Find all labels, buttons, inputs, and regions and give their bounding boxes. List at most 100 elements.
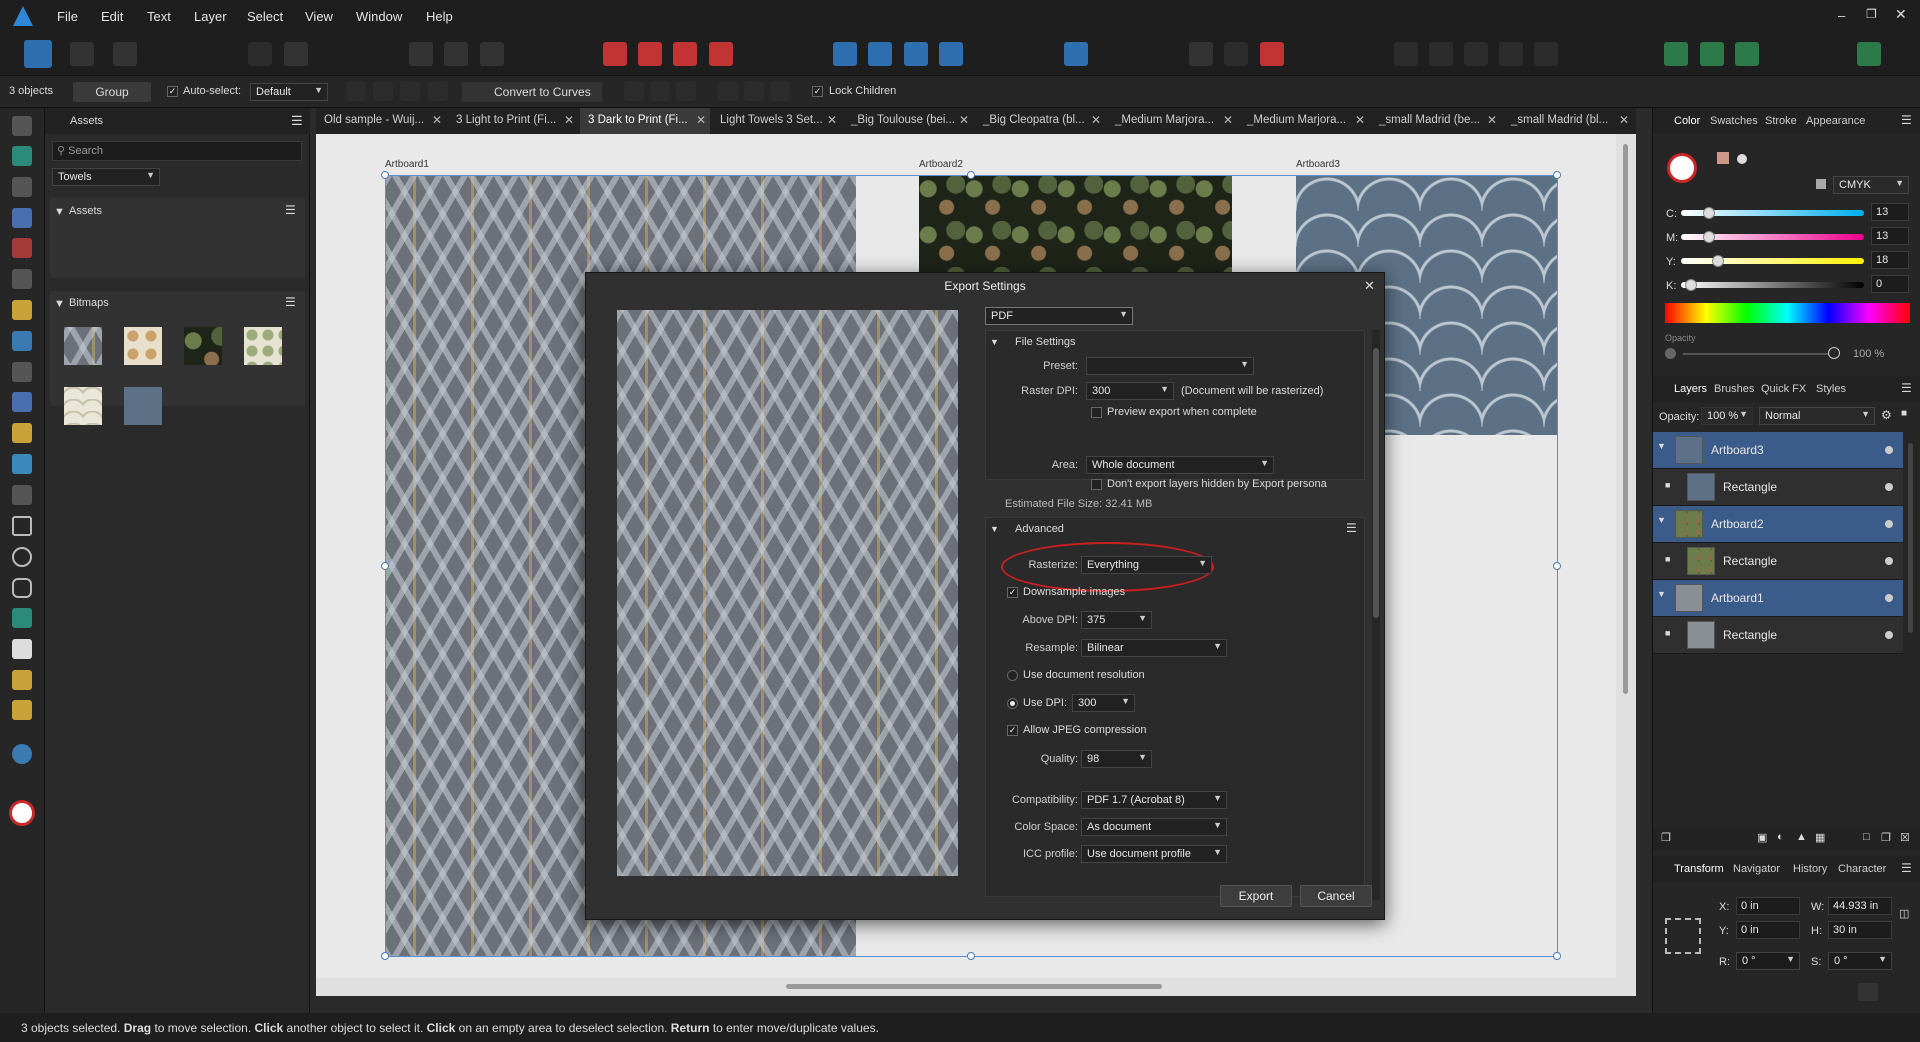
panel-menu-icon[interactable]: ☰ <box>1901 381 1912 395</box>
tab-navigator[interactable]: Navigator <box>1733 863 1780 875</box>
vector-brush-icon[interactable] <box>12 331 32 351</box>
section-menu-icon[interactable]: ☰ <box>1346 521 1357 535</box>
pen-tool-icon[interactable] <box>12 269 32 289</box>
group-button[interactable]: Group <box>73 82 151 102</box>
shape-tool-icon[interactable] <box>12 608 32 628</box>
bitmap-thumbnail[interactable] <box>124 327 162 365</box>
bitmap-thumbnail[interactable] <box>64 327 102 365</box>
place-image-icon[interactable] <box>12 454 32 474</box>
rotate-right-icon[interactable] <box>939 42 963 66</box>
magenta-value[interactable]: 13 <box>1871 227 1909 245</box>
arrange-forward-icon[interactable] <box>673 42 697 66</box>
flip-horizontal-icon[interactable] <box>833 42 857 66</box>
section-menu-icon[interactable]: ☰ <box>285 203 296 217</box>
chevron-down-icon[interactable]: ▼ <box>1657 589 1666 599</box>
h-field[interactable]: 30 in <box>1828 921 1892 939</box>
chevron-down-icon[interactable]: ▼ <box>1657 515 1666 525</box>
move-tool-icon[interactable] <box>12 116 32 136</box>
fx-icon[interactable]: ▲ <box>1796 831 1807 843</box>
export-persona-icon[interactable] <box>113 42 137 66</box>
selection-handle[interactable] <box>1553 562 1561 570</box>
layer-row[interactable]: ▼ Artboard1 <box>1653 580 1903 617</box>
minimize-icon[interactable]: – <box>1838 8 1845 23</box>
selection-handle[interactable] <box>967 952 975 960</box>
arrange-front-icon[interactable] <box>709 42 733 66</box>
black-slider[interactable] <box>1681 279 1864 291</box>
crop-tool-icon[interactable] <box>12 485 32 505</box>
mask-icon[interactable]: ▣ <box>1757 831 1767 844</box>
dialog-close-icon[interactable]: ✕ <box>1364 278 1375 294</box>
insert-inside-icon[interactable] <box>480 42 504 66</box>
yellow-value[interactable]: 18 <box>1871 251 1909 269</box>
selection-handle[interactable] <box>381 171 389 179</box>
use-dpi-radio[interactable] <box>1007 698 1018 709</box>
menu-file[interactable]: File <box>57 9 78 24</box>
auto-select-dropdown[interactable]: Default ▼ <box>250 83 328 101</box>
lock-icon[interactable]: ■ <box>1901 408 1907 419</box>
gear-icon[interactable]: ⚙ <box>1881 408 1892 422</box>
close-tab-icon[interactable]: ✕ <box>1487 113 1497 127</box>
assets-tab[interactable]: Assets <box>70 115 103 127</box>
visibility-icon[interactable] <box>1885 631 1893 639</box>
cyan-slider[interactable] <box>1681 207 1864 219</box>
menu-text[interactable]: Text <box>147 9 171 24</box>
document-tab[interactable]: _small Madrid (be... <box>1371 108 1501 134</box>
magenta-slider[interactable] <box>1681 231 1864 243</box>
tab-color[interactable]: Color <box>1674 115 1700 127</box>
close-tab-icon[interactable]: ✕ <box>564 113 574 127</box>
cancel-button[interactable]: Cancel <box>1300 885 1372 907</box>
designer-persona-icon[interactable] <box>24 40 52 68</box>
view-mode-4-icon[interactable] <box>1499 42 1523 66</box>
restore-icon[interactable]: ❐ <box>1866 7 1877 21</box>
quality-field[interactable]: 98 ▼ <box>1081 750 1152 768</box>
visibility-icon[interactable] <box>1885 520 1893 528</box>
bounding-box-icon[interactable] <box>400 81 420 101</box>
tab-stroke[interactable]: Stroke <box>1765 115 1797 127</box>
document-tab[interactable]: _Medium Marjora... <box>1107 108 1237 134</box>
slider-knob[interactable] <box>1702 207 1715 219</box>
jpeg-compression-checkbox[interactable]: ✓ <box>1007 725 1018 736</box>
selection-handle[interactable] <box>381 562 389 570</box>
arrange-back-icon[interactable] <box>603 42 627 66</box>
align-center-icon[interactable] <box>650 81 670 101</box>
document-tab[interactable]: 3 Light to Print (Fi... <box>448 108 578 134</box>
view-mode-2-icon[interactable] <box>1429 42 1453 66</box>
resample-dropdown[interactable]: Bilinear ▼ <box>1081 639 1227 657</box>
close-tab-icon[interactable]: ✕ <box>959 113 969 127</box>
slider-knob[interactable] <box>1702 231 1715 243</box>
lock-children-checkbox[interactable]: ✓ <box>812 86 823 97</box>
opacity-slider[interactable] <box>1683 353 1831 355</box>
close-tab-icon[interactable]: ✕ <box>432 113 442 127</box>
bitmap-thumbnail[interactable] <box>124 387 162 425</box>
flip-vertical-icon[interactable] <box>868 42 892 66</box>
layer-row[interactable]: ▼ Artboard2 <box>1653 506 1903 543</box>
text-tool-icon[interactable] <box>12 639 32 659</box>
adjustment-icon[interactable]: ◐ <box>1777 831 1784 843</box>
tab-styles[interactable]: Styles <box>1816 383 1846 395</box>
geometry-icon[interactable] <box>1260 42 1284 66</box>
align-left-icon[interactable] <box>624 81 644 101</box>
panel-menu-icon[interactable]: ☰ <box>1901 113 1912 127</box>
ellipse-tool-icon[interactable] <box>12 547 32 567</box>
transform-options-icon[interactable] <box>1858 983 1878 1001</box>
rectangle-tool-icon[interactable] <box>12 516 32 536</box>
horizontal-scrollbar[interactable] <box>316 978 1616 996</box>
group-icon[interactable]: ▦ <box>1815 831 1825 844</box>
use-dpi-field[interactable]: 300 ▼ <box>1072 694 1135 712</box>
contour-tool-icon[interactable] <box>12 208 32 228</box>
bitmap-thumbnail[interactable] <box>64 387 102 425</box>
boolean-subtract-icon[interactable] <box>1224 42 1248 66</box>
blend-mode-dropdown[interactable]: Normal ▼ <box>1759 407 1875 425</box>
layers-scrollbar[interactable] <box>1908 443 1913 633</box>
section-menu-icon[interactable]: ☰ <box>285 295 296 309</box>
rotation-field[interactable]: 0 ° ▼ <box>1736 952 1800 970</box>
assistant-icon[interactable] <box>1664 42 1688 66</box>
snapping-icon[interactable] <box>248 42 272 66</box>
zoom-tool-icon[interactable] <box>12 744 32 764</box>
scrollbar-thumb[interactable] <box>786 984 1162 989</box>
bitmap-thumbnail[interactable] <box>184 327 222 365</box>
transparency-tool-icon[interactable] <box>12 392 32 412</box>
layer-row[interactable]: ■ Rectangle <box>1653 617 1903 654</box>
chevron-down-icon[interactable]: ▼ <box>54 206 65 218</box>
chevron-down-icon[interactable]: ▼ <box>990 524 999 534</box>
